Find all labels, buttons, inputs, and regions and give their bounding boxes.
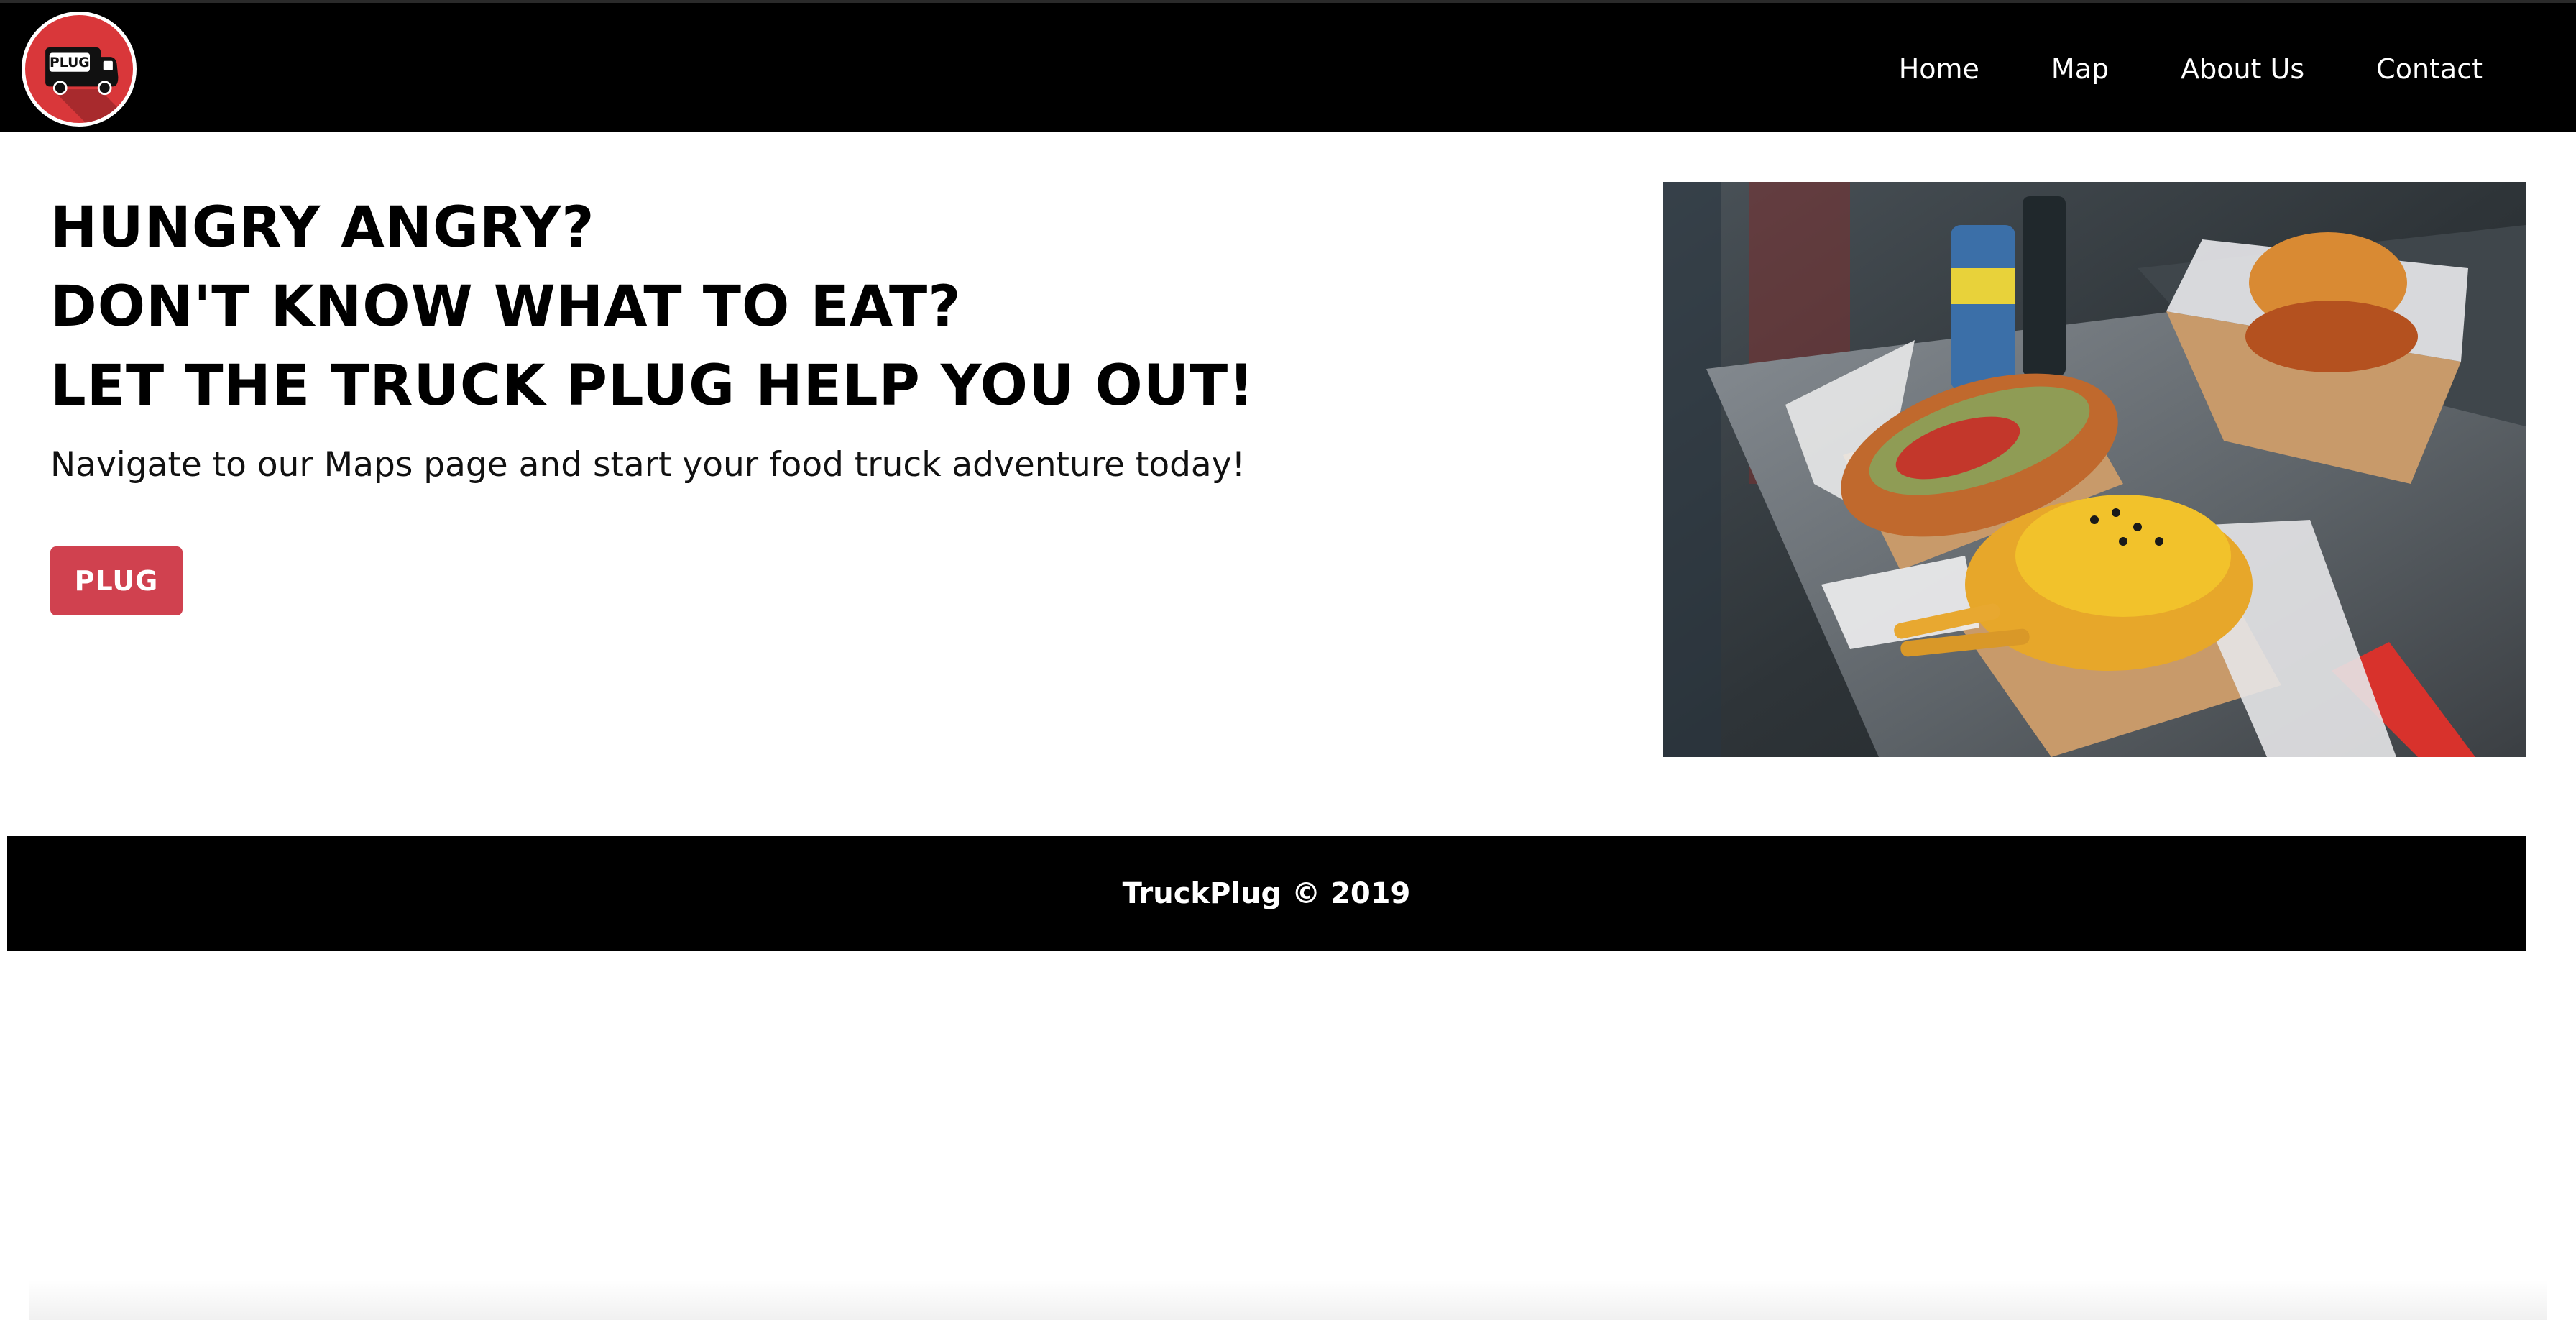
food-photo — [1663, 182, 2526, 757]
headline-line-2: DON'T KNOW WHAT TO EAT? — [50, 275, 962, 339]
footer: TruckPlug © 2019 — [7, 836, 2526, 951]
footer-copyright: TruckPlug © 2019 — [1122, 877, 1411, 910]
headline-line-3: LET THE TRUCK PLUG HELP YOU OUT! — [50, 354, 1255, 418]
hero-section: HUNGRY ANGRY? DON'T KNOW WHAT TO EAT? LE… — [50, 188, 1560, 490]
nav-contact-link[interactable]: Contact — [2376, 53, 2483, 85]
nav-map-link[interactable]: Map — [2051, 53, 2109, 85]
headline-line-1: HUNGRY ANGRY? — [50, 196, 595, 260]
nav-about-us-link[interactable]: About Us — [2181, 53, 2304, 85]
logo-text: PLUG — [50, 55, 90, 70]
plug-button[interactable]: PLUG — [50, 546, 183, 615]
bottom-shadow — [29, 1280, 2547, 1320]
food-truck-icon: PLUG — [45, 47, 133, 123]
hero-food-image — [1663, 182, 2526, 757]
nav-home-link[interactable]: Home — [1899, 53, 1979, 85]
hero-subtext: Navigate to our Maps page and start your… — [50, 445, 1246, 485]
navbar: PLUG Home Map About Us Contact — [0, 0, 2576, 132]
main-nav: Home Map About Us Contact — [1899, 3, 2483, 135]
truckplug-logo[interactable]: PLUG — [22, 12, 137, 127]
